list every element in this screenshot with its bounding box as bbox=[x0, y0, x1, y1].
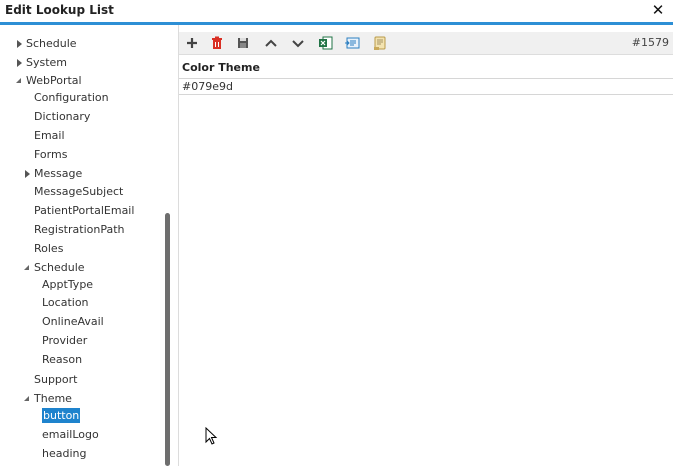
tree-item-label: System bbox=[26, 56, 68, 69]
tree-item-label: Forms bbox=[34, 148, 68, 161]
tree-item[interactable]: ApptType bbox=[0, 276, 178, 294]
scroll-icon bbox=[374, 36, 386, 50]
tree-item[interactable]: System bbox=[0, 54, 178, 72]
tree-item-label: RegistrationPath bbox=[34, 223, 125, 236]
tree-item-label: Email bbox=[34, 129, 65, 142]
tree-item[interactable]: Provider bbox=[0, 332, 178, 350]
tree-scrollbar[interactable] bbox=[165, 213, 170, 466]
import-button[interactable] bbox=[344, 34, 362, 52]
expand-arrow-icon[interactable] bbox=[24, 165, 32, 183]
tree-item[interactable]: Schedule bbox=[0, 259, 178, 277]
chevron-up-icon bbox=[265, 39, 277, 47]
tree-item[interactable]: RegistrationPath bbox=[0, 221, 178, 239]
collapse-arrow-icon[interactable] bbox=[24, 259, 32, 277]
save-icon bbox=[238, 38, 248, 48]
tree-item-label: Location bbox=[42, 296, 89, 309]
tree-item-label: Provider bbox=[42, 334, 88, 347]
window-title: Edit Lookup List bbox=[5, 3, 114, 17]
tree-item[interactable]: Dictionary bbox=[0, 108, 178, 126]
collapse-arrow-icon[interactable] bbox=[24, 390, 32, 408]
table-row[interactable]: #079e9d bbox=[179, 78, 673, 95]
script-button[interactable] bbox=[371, 34, 389, 52]
expand-arrow-icon[interactable] bbox=[16, 54, 24, 72]
tree-item-label: Theme bbox=[34, 392, 72, 405]
delete-button[interactable] bbox=[208, 34, 226, 52]
tree-item-label: Schedule bbox=[34, 261, 85, 274]
trash-icon bbox=[212, 36, 222, 49]
tree-item[interactable]: Support bbox=[0, 371, 178, 389]
tree-item-label: Dictionary bbox=[34, 110, 91, 123]
record-id: #1579 bbox=[631, 36, 669, 49]
move-down-button[interactable] bbox=[289, 34, 307, 52]
tree-item-label: ApptType bbox=[42, 278, 94, 291]
tree-item[interactable]: WebPortal bbox=[0, 72, 178, 90]
tree-item[interactable]: OnlineAvail bbox=[0, 313, 178, 331]
tree-item-label: OnlineAvail bbox=[42, 315, 104, 328]
tree-item-label: emailLogo bbox=[42, 428, 99, 441]
excel-icon bbox=[319, 36, 333, 50]
tree-item[interactable]: Configuration bbox=[0, 89, 178, 107]
tree-item-label: heading bbox=[42, 447, 87, 460]
tree-item-label: Schedule bbox=[26, 37, 77, 50]
save-button[interactable] bbox=[234, 34, 252, 52]
tree-item[interactable]: Roles bbox=[0, 240, 178, 258]
lookup-grid: Color Theme #079e9d bbox=[179, 58, 673, 466]
tree-item-label: Support bbox=[34, 373, 78, 386]
tree-item[interactable]: Reason bbox=[0, 351, 178, 369]
tree-item[interactable]: Location bbox=[0, 294, 178, 312]
cell-color-theme[interactable]: #079e9d bbox=[182, 79, 233, 94]
tree-item-label: Roles bbox=[34, 242, 64, 255]
tree-item-label: button bbox=[42, 408, 81, 423]
import-icon bbox=[345, 37, 360, 49]
tree-item-label: Message bbox=[34, 167, 83, 180]
tree-item-label: WebPortal bbox=[26, 74, 82, 87]
lookup-tree[interactable]: Schedule System WebPortal Configuration Dict… bbox=[0, 25, 178, 466]
chevron-down-icon bbox=[292, 40, 304, 48]
tree-item-label: MessageSubject bbox=[34, 185, 124, 198]
tree-item[interactable]: Message bbox=[0, 165, 178, 183]
tree-item[interactable]: heading bbox=[0, 445, 178, 463]
column-header-color-theme[interactable]: Color Theme bbox=[179, 58, 673, 78]
tree-item[interactable]: Schedule bbox=[0, 35, 178, 53]
tree-item[interactable]: Theme bbox=[0, 390, 178, 408]
move-up-button[interactable] bbox=[262, 34, 280, 52]
tree-item-label: Configuration bbox=[34, 91, 109, 104]
tree-item[interactable]: Email bbox=[0, 127, 178, 145]
title-bar: Edit Lookup List ✕ bbox=[0, 0, 673, 22]
tree-item[interactable]: button bbox=[0, 407, 178, 425]
close-icon[interactable]: ✕ bbox=[651, 1, 665, 19]
tree-item[interactable]: emailLogo bbox=[0, 426, 178, 444]
tree-item[interactable]: Forms bbox=[0, 146, 178, 164]
tree-item[interactable]: PatientPortalEmail bbox=[0, 202, 178, 220]
toolbar: #1579 bbox=[179, 32, 673, 55]
tree-item[interactable]: MessageSubject bbox=[0, 183, 178, 201]
mouse-cursor-icon bbox=[205, 427, 218, 445]
plus-icon bbox=[187, 38, 197, 48]
add-button[interactable] bbox=[183, 34, 201, 52]
tree-item-label: Reason bbox=[42, 353, 83, 366]
tree-item-label: PatientPortalEmail bbox=[34, 204, 135, 217]
export-excel-button[interactable] bbox=[317, 34, 335, 52]
collapse-arrow-icon[interactable] bbox=[16, 72, 24, 90]
expand-arrow-icon[interactable] bbox=[16, 35, 24, 53]
